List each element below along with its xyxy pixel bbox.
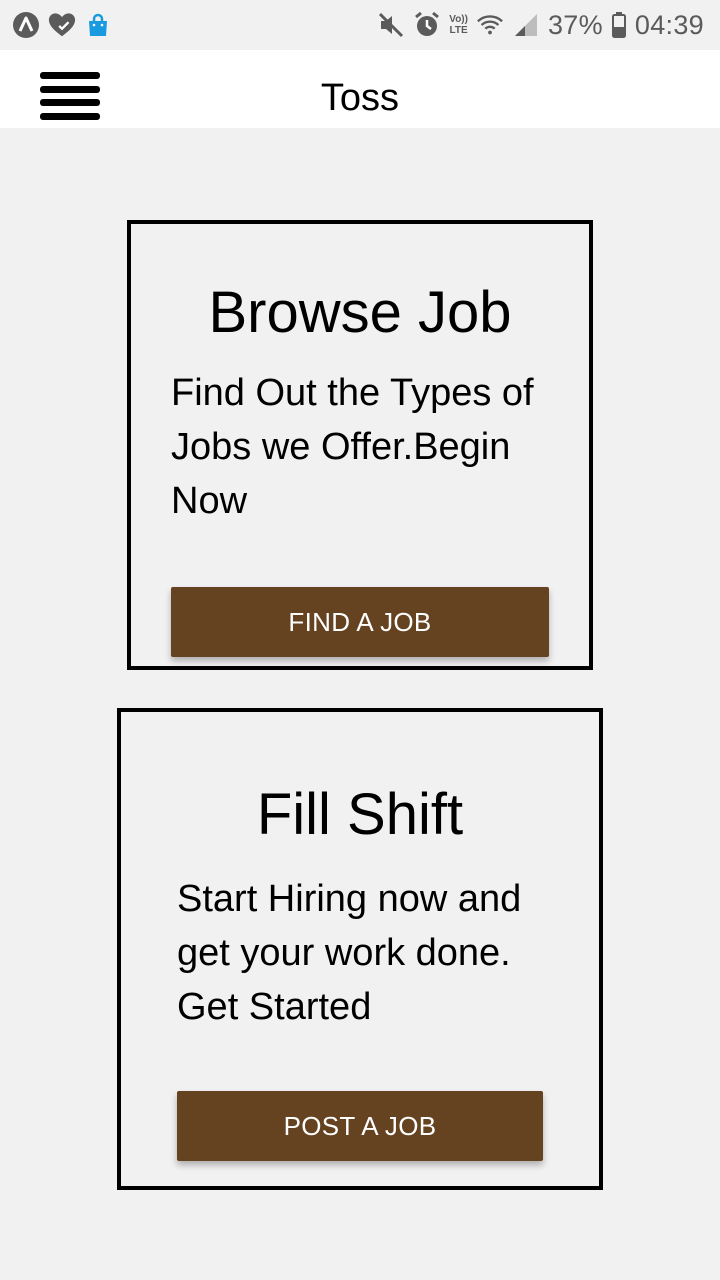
post-a-job-button[interactable]: POST A JOB — [177, 1091, 543, 1161]
fill-shift-description: Start Hiring now and get your work done.… — [177, 878, 522, 1028]
status-bar-left — [12, 10, 112, 40]
volte-label: Vo)) — [449, 14, 468, 25]
mute-icon — [377, 11, 405, 39]
browse-job-card: Browse Job Find Out the Types of Jobs we… — [127, 220, 593, 670]
signal-icon — [512, 11, 540, 39]
health-heart-icon — [48, 11, 76, 39]
volte-lte-icon: Vo)) LTE — [449, 14, 468, 36]
lte-label: LTE — [449, 25, 468, 36]
fill-shift-card: Fill Shift Start Hiring now and get your… — [117, 708, 603, 1190]
browse-job-title: Browse Job — [208, 280, 512, 345]
battery-icon — [611, 11, 627, 39]
app-bar: Toss — [0, 50, 720, 128]
find-a-job-button[interactable]: FIND A JOB — [171, 587, 549, 657]
app-title: Toss — [320, 77, 400, 119]
status-bar: Vo)) LTE 37% 04:39 — [0, 0, 720, 50]
clock: 04:39 — [634, 9, 704, 40]
app-a-icon — [12, 11, 40, 39]
fill-shift-title: Fill Shift — [256, 782, 464, 847]
status-bar-right: Vo)) LTE 37% 04:39 — [377, 8, 704, 42]
battery-percentage: 37% — [547, 9, 603, 40]
browse-job-description: Find Out the Types of Jobs we Offer.Begi… — [171, 372, 534, 522]
wifi-icon — [476, 11, 504, 39]
alarm-icon — [413, 11, 441, 39]
shopping-bag-icon — [84, 11, 112, 39]
